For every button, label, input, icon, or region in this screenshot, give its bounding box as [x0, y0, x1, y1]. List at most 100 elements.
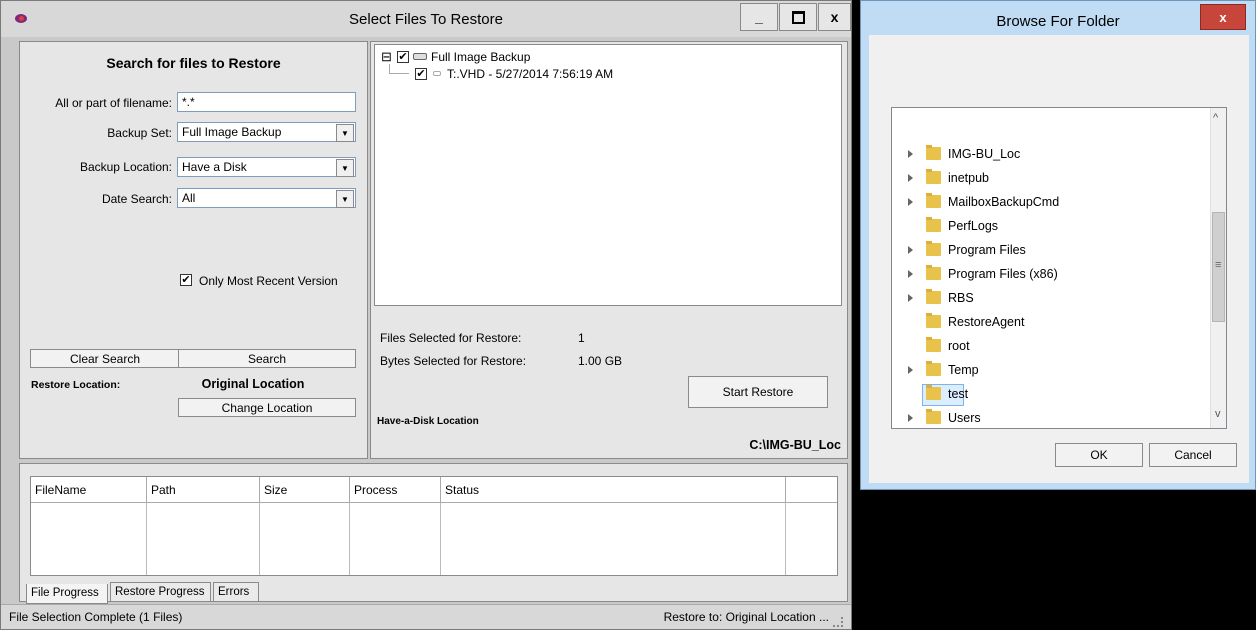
expand-arrow-icon[interactable]: [908, 150, 913, 158]
expand-arrow-icon[interactable]: [908, 198, 913, 206]
date-search-value: All: [182, 191, 196, 205]
file-grid[interactable]: FileName Path Size Process Status: [30, 476, 838, 576]
folder-icon: [926, 361, 941, 376]
scrollbar-thumb[interactable]: ≡: [1212, 212, 1225, 322]
backup-set-select[interactable]: Full Image Backup ▼: [177, 122, 356, 142]
progress-tabs: File Progress Restore Progress Errors: [26, 582, 326, 604]
folder-name: test: [948, 387, 969, 401]
status-bar: File Selection Complete (1 Files) Restor…: [1, 604, 851, 629]
tree-line: [389, 73, 409, 74]
column-header-status[interactable]: Status: [441, 477, 786, 503]
filename-label: All or part of filename:: [55, 96, 172, 110]
column-header-filename[interactable]: FileName: [31, 477, 147, 503]
restore-location-label: Restore Location:: [31, 379, 121, 391]
filename-input[interactable]: *.*: [177, 92, 356, 112]
close-button[interactable]: x: [818, 3, 851, 31]
folder-icon: [926, 409, 941, 424]
folder-item[interactable]: Users: [892, 407, 1192, 428]
folder-icon: [926, 313, 941, 328]
tab-errors[interactable]: Errors: [213, 582, 259, 602]
folder-item[interactable]: RBS: [892, 287, 1192, 311]
files-selected-value: 1: [578, 331, 585, 345]
column-header-path[interactable]: Path: [147, 477, 260, 503]
minimize-button[interactable]: _: [740, 3, 778, 31]
folder-name: MailboxBackupCmd: [948, 195, 1060, 209]
had-location-label: Have-a-Disk Location: [377, 416, 479, 427]
column-divider: [146, 503, 147, 575]
column-divider: [259, 503, 260, 575]
folder-item[interactable]: Temp: [892, 359, 1192, 383]
folder-item[interactable]: IMG-BU_Loc: [892, 143, 1192, 167]
folder-icon: [926, 193, 941, 208]
dropdown-arrow-icon[interactable]: ▼: [336, 159, 354, 177]
title-bar[interactable]: Select Files To Restore _ x: [1, 1, 851, 37]
tab-restore-progress[interactable]: Restore Progress: [110, 582, 211, 602]
change-location-button[interactable]: Change Location: [178, 398, 356, 417]
folder-item[interactable]: Program Files (x86): [892, 263, 1192, 287]
folder-item[interactable]: RestoreAgent: [892, 311, 1192, 335]
column-header-process[interactable]: Process: [350, 477, 441, 503]
date-search-select[interactable]: All ▼: [177, 188, 356, 208]
folder-tree[interactable]: ^ v ≡ IMG-BU_Locinetpub MailboxBackupCmd P…: [891, 107, 1227, 429]
resize-grip-icon[interactable]: [833, 617, 843, 627]
browse-folder-dialog: Browse For Folder x ^ v ≡ IMG-BU_Loc inet…: [860, 0, 1256, 490]
column-divider: [349, 503, 350, 575]
backup-set-label: Backup Set:: [107, 126, 172, 140]
folder-name: Temp: [948, 363, 979, 377]
files-selected-label: Files Selected for Restore:: [380, 331, 522, 345]
expand-arrow-icon[interactable]: [908, 294, 913, 302]
maximize-icon: [791, 10, 805, 24]
folder-name: inetpub: [948, 171, 990, 185]
scroll-up-icon[interactable]: ^: [1213, 112, 1218, 124]
maximize-button[interactable]: [779, 3, 817, 31]
folder-name: Program Files: [948, 243, 1026, 257]
tab-file-progress[interactable]: File Progress: [26, 584, 108, 604]
tree-root-checkbox[interactable]: ✔: [397, 51, 409, 63]
restore-location-value: Original Location: [201, 377, 305, 391]
ok-button[interactable]: OK: [1055, 443, 1143, 467]
expand-arrow-icon[interactable]: [908, 414, 913, 422]
tree-child-checkbox[interactable]: ✔: [415, 68, 427, 80]
cancel-button[interactable]: Cancel: [1149, 443, 1237, 467]
date-search-label: Date Search:: [101, 192, 172, 206]
folder-icon: [926, 217, 941, 232]
folder-item[interactable]: inetpub: [892, 167, 1192, 191]
search-button[interactable]: Search: [178, 349, 356, 368]
column-header-size[interactable]: Size: [260, 477, 350, 503]
dropdown-arrow-icon[interactable]: ▼: [336, 124, 354, 142]
clear-search-button[interactable]: Clear Search: [30, 349, 180, 368]
backup-location-label: Backup Location:: [79, 160, 172, 174]
folder-item[interactable]: Program Files: [892, 239, 1192, 263]
column-divider: [440, 503, 441, 575]
start-restore-button[interactable]: Start Restore: [688, 376, 828, 408]
scroll-down-icon[interactable]: v: [1215, 408, 1221, 420]
tree-root-label: Full Image Backup: [431, 50, 531, 64]
expand-arrow-icon[interactable]: [908, 174, 913, 182]
folder-icon: [926, 337, 941, 352]
tree-collapse-icon[interactable]: ⊟: [381, 49, 392, 65]
expand-arrow-icon[interactable]: [908, 366, 913, 374]
only-recent-checkbox[interactable]: ✔: [180, 274, 192, 286]
status-left: File Selection Complete (1 Files): [9, 610, 183, 624]
search-heading: Search for files to Restore: [106, 55, 281, 71]
expand-arrow-icon[interactable]: [908, 246, 913, 254]
backup-tree[interactable]: ⊟ ✔ Full Image Backup ✔ T:.VHD - 5/27/20…: [374, 44, 842, 306]
folder-item[interactable]: MailboxBackupCmd: [892, 191, 1192, 215]
selection-panel: ⊟ ✔ Full Image Backup ✔ T:.VHD - 5/27/20…: [370, 41, 848, 459]
expand-arrow-icon[interactable]: [908, 270, 913, 278]
folder-icon: [926, 241, 941, 256]
folder-name: RestoreAgent: [948, 315, 1025, 329]
dropdown-arrow-icon[interactable]: ▼: [336, 190, 354, 208]
dialog-close-button[interactable]: x: [1200, 4, 1246, 30]
folder-item[interactable]: test: [892, 383, 1192, 407]
bytes-selected-value: 1.00 GB: [578, 354, 623, 368]
folder-name: Users: [948, 411, 981, 425]
folder-icon: [926, 169, 941, 184]
folder-icon: [926, 265, 941, 280]
backup-location-select[interactable]: Have a Disk ▼: [177, 157, 356, 177]
folder-item[interactable]: PerfLogs: [892, 215, 1192, 239]
tree-child-label: T:.VHD - 5/27/2014 7:56:19 AM: [447, 67, 614, 81]
folder-item[interactable]: root: [892, 335, 1192, 359]
folder-name: root: [948, 339, 970, 353]
bytes-selected-label: Bytes Selected for Restore:: [380, 354, 527, 368]
